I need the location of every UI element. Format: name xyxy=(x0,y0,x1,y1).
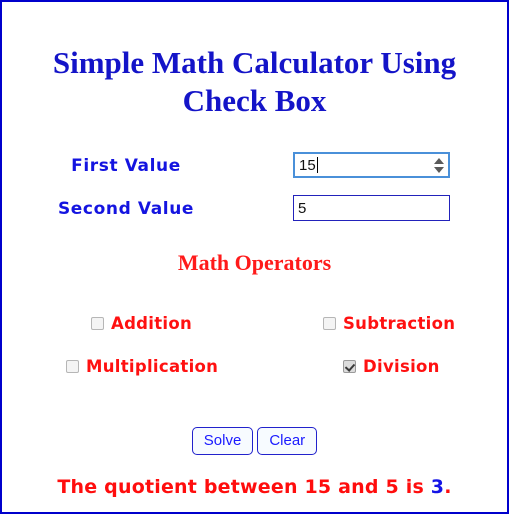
calculator-page: Simple Math Calculator Using Check Box F… xyxy=(0,0,509,514)
page-title-line-1: Simple Math Calculator Using xyxy=(52,45,457,80)
page-title: Simple Math Calculator Using Check Box xyxy=(2,44,507,120)
second-value-text: 5 xyxy=(298,199,307,217)
math-operators-group: Addition Subtraction Multiplication Divi… xyxy=(2,312,507,390)
number-spinner[interactable] xyxy=(433,155,445,175)
first-value-row: First Value 15 xyxy=(2,152,507,182)
math-operators-heading: Math Operators xyxy=(177,250,332,275)
checkbox-unchecked-icon-addition[interactable] xyxy=(91,317,104,330)
result-answer: 3 xyxy=(430,476,445,498)
checkbox-checked-icon-division[interactable] xyxy=(343,360,356,373)
result-prefix: The quotient between 15 and 5 is xyxy=(57,476,431,498)
spinner-down-icon[interactable] xyxy=(434,166,444,173)
checkbox-label-multiplication: Multiplication xyxy=(86,357,219,376)
first-value-label: First Value xyxy=(71,156,181,176)
second-value-input[interactable]: 5 xyxy=(293,195,450,221)
checkbox-item-addition[interactable]: Addition xyxy=(91,314,192,333)
solve-button[interactable]: Solve xyxy=(191,427,254,455)
checkbox-item-subtraction[interactable]: Subtraction xyxy=(323,314,455,333)
first-value-input[interactable]: 15 xyxy=(293,152,450,178)
clear-button[interactable]: Clear xyxy=(257,427,318,455)
checkbox-item-multiplication[interactable]: Multiplication xyxy=(66,357,218,376)
checkbox-unchecked-icon-multiplication[interactable] xyxy=(66,360,79,373)
result-suffix: . xyxy=(444,476,452,498)
first-value-text: 15 xyxy=(299,156,316,174)
result-message: The quotient between 15 and 5 is 3. xyxy=(2,476,507,498)
checkbox-unchecked-icon-subtraction[interactable] xyxy=(323,317,336,330)
checkbox-item-division[interactable]: Division xyxy=(343,357,440,376)
checkbox-label-division: Division xyxy=(363,357,440,376)
spinner-up-icon[interactable] xyxy=(434,157,444,164)
checkbox-label-subtraction: Subtraction xyxy=(343,314,456,333)
second-value-row: Second Value 5 xyxy=(2,195,507,225)
checkbox-label-addition: Addition xyxy=(111,314,193,333)
text-caret xyxy=(316,157,318,173)
button-bar: Solve Clear xyxy=(2,427,507,455)
page-title-line-2: Check Box xyxy=(182,83,327,118)
second-value-label: Second Value xyxy=(57,199,195,219)
